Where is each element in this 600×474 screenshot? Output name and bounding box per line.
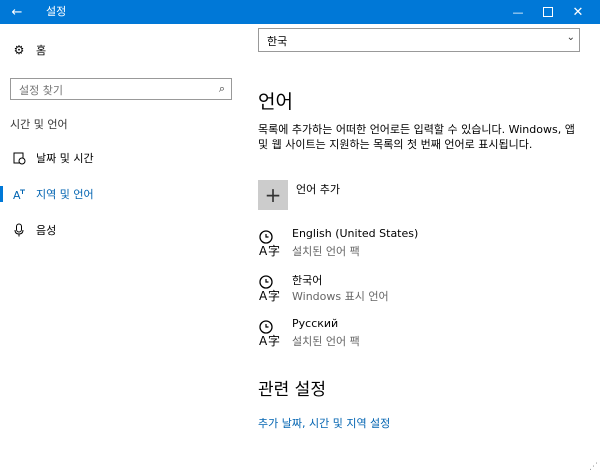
- sidebar-item-label: 지역 및 언어: [36, 188, 94, 201]
- window-title: 설정: [46, 5, 67, 18]
- language-item-english[interactable]: A 字 English (United States) 설치된 언어 팩: [258, 227, 558, 261]
- calendar-clock-icon: [12, 151, 26, 165]
- additional-date-time-region-link[interactable]: 추가 날짜, 시간 및 지역 설정: [258, 415, 390, 431]
- language-item-russian[interactable]: A 字 Русский 설치된 언어 팩: [258, 317, 558, 351]
- svg-text:字: 字: [268, 243, 280, 257]
- gear-icon: ⚙: [13, 43, 25, 57]
- add-language-button[interactable]: + 언어 추가: [258, 180, 498, 212]
- language-status: Windows 표시 언어: [292, 290, 389, 303]
- region-language-icon: A: [12, 187, 26, 201]
- maximize-button[interactable]: [533, 0, 563, 24]
- country-region-select[interactable]: 한국 ⌄: [258, 28, 580, 52]
- sidebar: ⚙ 홈 ⌕ 시간 및 언어 날짜 및 시간 A 지역 및 언어 음성: [0, 24, 240, 474]
- languages-header: 언어: [258, 91, 293, 113]
- svg-text:A: A: [13, 189, 21, 201]
- search-icon[interactable]: ⌕: [219, 82, 225, 96]
- add-language-label: 언어 추가: [296, 183, 340, 196]
- svg-text:字: 字: [268, 333, 280, 347]
- sidebar-item-speech[interactable]: 음성: [0, 218, 240, 242]
- language-name: 한국어: [292, 274, 323, 287]
- chevron-down-icon: ⌄: [566, 32, 575, 43]
- search-input[interactable]: [11, 80, 217, 101]
- sidebar-item-label: 음성: [36, 224, 57, 237]
- main-content: 한국 ⌄ 언어 목록에 추가하는 어떠한 언어로든 입력할 수 있습니다. Wi…: [240, 24, 600, 474]
- microphone-icon: [12, 223, 26, 237]
- svg-text:A: A: [259, 334, 268, 347]
- languages-description: 목록에 추가하는 어떠한 언어로든 입력할 수 있습니다. Windows, 앱…: [258, 123, 575, 151]
- sidebar-item-label: 날짜 및 시간: [36, 152, 94, 165]
- language-name: Русский: [292, 317, 339, 330]
- sidebar-item-region-language[interactable]: A 지역 및 언어: [0, 182, 240, 206]
- sidebar-item-label: 홈: [36, 44, 47, 57]
- sidebar-item-home[interactable]: ⚙ 홈: [0, 38, 240, 62]
- search-box[interactable]: ⌕: [10, 78, 232, 101]
- sidebar-item-date-time[interactable]: 날짜 및 시간: [0, 146, 240, 170]
- language-item-korean[interactable]: A 字 한국어 Windows 표시 언어: [258, 272, 558, 306]
- plus-icon: +: [258, 180, 288, 210]
- svg-text:A: A: [259, 289, 268, 302]
- close-button[interactable]: ✕: [563, 0, 593, 24]
- maximize-icon: [543, 7, 553, 17]
- language-icon: A 字: [259, 275, 280, 302]
- svg-text:字: 字: [268, 288, 280, 302]
- language-name: English (United States): [292, 227, 419, 240]
- resize-grip-icon[interactable]: ⋰: [589, 462, 598, 472]
- language-status: 설치된 언어 팩: [292, 335, 360, 348]
- related-settings-header: 관련 설정: [258, 380, 326, 400]
- language-icon: A 字: [259, 230, 280, 257]
- language-status: 설치된 언어 팩: [292, 245, 360, 258]
- country-region-value: 한국: [267, 35, 288, 48]
- title-bar: ← 설정 — ✕: [0, 0, 600, 24]
- close-icon: ✕: [572, 4, 584, 20]
- section-header: 시간 및 언어: [10, 118, 68, 131]
- minimize-button[interactable]: —: [503, 0, 533, 24]
- back-button[interactable]: ←: [0, 0, 34, 24]
- language-icon: A 字: [259, 320, 280, 347]
- svg-text:A: A: [259, 244, 268, 257]
- back-arrow-icon: ←: [11, 4, 23, 20]
